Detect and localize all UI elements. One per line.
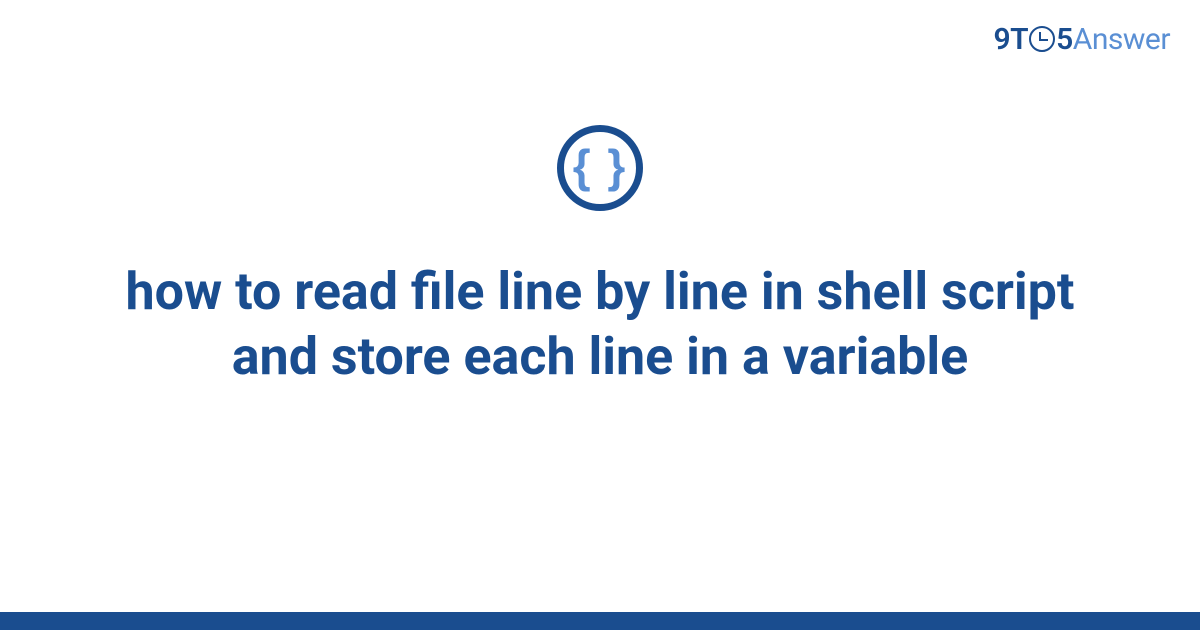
site-logo: 9T 5 Answer	[994, 22, 1170, 57]
logo-text-9t: 9T	[994, 22, 1029, 57]
clock-icon	[1029, 26, 1055, 52]
main-content: { } how to read file line by line in she…	[0, 125, 1200, 389]
page-title: how to read file line by line in shell s…	[70, 259, 1130, 389]
topic-icon-circle: { }	[557, 125, 643, 211]
footer-bar	[0, 612, 1200, 630]
code-braces-icon: { }	[573, 143, 628, 189]
logo-text-5: 5	[1056, 22, 1073, 57]
logo-text-answer: Answer	[1073, 22, 1170, 57]
